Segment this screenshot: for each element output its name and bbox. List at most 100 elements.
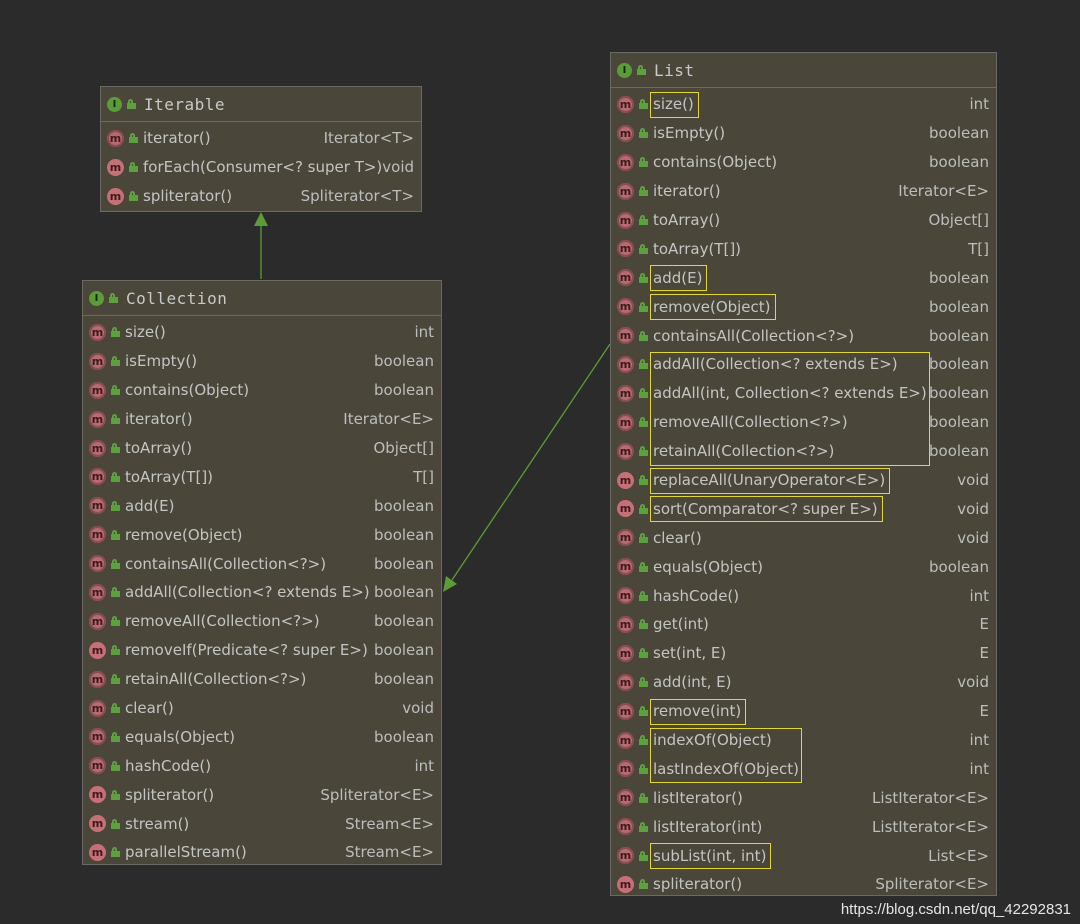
- method-row[interactable]: m iterator() Iterator<E>: [611, 177, 996, 206]
- return-type: void: [957, 471, 989, 490]
- method-icon: m: [617, 355, 634, 373]
- method-name: retainAll(Collection<?>): [653, 442, 835, 461]
- method-row[interactable]: m equals(Object) boolean: [83, 722, 441, 751]
- method-name: toArray(T[]): [653, 239, 742, 258]
- list-interface-box[interactable]: I List m size() int m isEmpty() boolean m conta…: [610, 52, 997, 896]
- return-type: T[]: [968, 239, 989, 258]
- public-lock-icon: [639, 388, 648, 399]
- return-type: int: [969, 731, 989, 750]
- method-row[interactable]: m iterator() Iterator<E>: [83, 405, 441, 434]
- method-name: parallelStream(): [125, 843, 247, 862]
- method-row[interactable]: m listIterator(int) ListIterator<E>: [611, 812, 996, 841]
- return-type: boolean: [929, 355, 989, 374]
- method-name: addAll(Collection<? extends E>): [653, 355, 898, 374]
- method-icon: m: [617, 182, 634, 200]
- method-name: retainAll(Collection<?>): [125, 670, 307, 689]
- return-type: void: [957, 673, 989, 692]
- method-name: isEmpty(): [653, 124, 726, 143]
- method-name: subList(int, int): [653, 846, 767, 865]
- method-row[interactable]: m add(int, E) void: [611, 668, 996, 697]
- method-row[interactable]: m addAll(Collection<? extends E>) boolean: [83, 578, 441, 607]
- method-row[interactable]: m retainAll(Collection<?>) boolean: [611, 437, 996, 466]
- method-row[interactable]: m add(E) boolean: [611, 263, 996, 292]
- public-lock-icon: [639, 503, 648, 514]
- return-type: boolean: [929, 297, 989, 316]
- method-row[interactable]: m toArray(T[]) T[]: [611, 234, 996, 263]
- method-row[interactable]: m contains(Object) boolean: [611, 148, 996, 177]
- method-row[interactable]: m remove(Object) boolean: [83, 520, 441, 549]
- method-row[interactable]: m replaceAll(UnaryOperator<E>) void: [611, 466, 996, 495]
- method-row[interactable]: m lastIndexOf(Object) int: [611, 754, 996, 783]
- method-row[interactable]: m set(int, E) E: [611, 639, 996, 668]
- public-lock-icon: [639, 359, 648, 370]
- method-icon: m: [617, 587, 634, 605]
- return-type: int: [414, 323, 434, 342]
- public-lock-icon: [639, 792, 648, 803]
- method-row[interactable]: m size() int: [611, 90, 996, 119]
- method-row[interactable]: m hashCode() int: [83, 751, 441, 780]
- method-row[interactable]: m iterator() Iterator<T>: [101, 124, 421, 153]
- method-row[interactable]: m size() int: [83, 318, 441, 347]
- method-row[interactable]: m containsAll(Collection<?>) boolean: [83, 549, 441, 578]
- method-icon: m: [617, 529, 634, 547]
- public-lock-icon: [639, 850, 648, 861]
- return-type: boolean: [929, 153, 989, 172]
- method-row[interactable]: m removeIf(Predicate<? super E>) boolean: [83, 636, 441, 665]
- method-icon: m: [617, 644, 634, 662]
- iterable-interface-box[interactable]: I Iterable m iterator() Iterator<T> m forEac…: [100, 86, 422, 212]
- method-row[interactable]: m forEach(Consumer<? super T>) void: [101, 153, 421, 182]
- interface-title: Iterable: [144, 94, 226, 114]
- method-icon: m: [89, 699, 106, 717]
- method-row[interactable]: m retainAll(Collection<?>) boolean: [83, 665, 441, 694]
- return-type: boolean: [929, 268, 989, 287]
- method-row[interactable]: m hashCode() int: [611, 581, 996, 610]
- list-method-list: m size() int m isEmpty() boolean m contains(Obj…: [611, 88, 996, 899]
- method-row[interactable]: m containsAll(Collection<?>) boolean: [611, 321, 996, 350]
- method-name: replaceAll(UnaryOperator<E>): [653, 471, 886, 490]
- method-row[interactable]: m remove(Object) boolean: [611, 292, 996, 321]
- method-name: set(int, E): [653, 644, 727, 663]
- return-type: Spliterator<E>: [875, 875, 989, 894]
- return-type: boolean: [374, 496, 434, 515]
- method-icon: m: [89, 786, 106, 804]
- method-row[interactable]: m clear() void: [83, 694, 441, 723]
- method-row[interactable]: m removeAll(Collection<?>) boolean: [611, 408, 996, 437]
- method-row[interactable]: m listIterator() ListIterator<E>: [611, 783, 996, 812]
- method-row[interactable]: m contains(Object) boolean: [83, 376, 441, 405]
- public-lock-icon: [639, 735, 648, 746]
- method-icon: m: [617, 471, 634, 489]
- return-type: boolean: [929, 413, 989, 432]
- method-row[interactable]: m isEmpty() boolean: [83, 347, 441, 376]
- method-icon: m: [89, 612, 106, 630]
- method-row[interactable]: m isEmpty() boolean: [611, 119, 996, 148]
- method-icon: m: [617, 95, 634, 113]
- method-row[interactable]: m addAll(int, Collection<? extends E>) boo…: [611, 379, 996, 408]
- method-row[interactable]: m toArray() Object[]: [611, 206, 996, 235]
- method-row[interactable]: m spliterator() Spliterator<E>: [611, 870, 996, 899]
- method-row[interactable]: m toArray() Object[]: [83, 434, 441, 463]
- method-name: contains(Object): [125, 381, 250, 400]
- method-row[interactable]: m clear() void: [611, 523, 996, 552]
- method-row[interactable]: m toArray(T[]) T[]: [83, 462, 441, 491]
- method-icon: m: [617, 875, 634, 893]
- method-row[interactable]: m remove(int) E: [611, 697, 996, 726]
- collection-interface-box[interactable]: I Collection m size() int m isEmpty() boolean…: [82, 280, 442, 865]
- method-row[interactable]: m addAll(Collection<? extends E>) boolean: [611, 350, 996, 379]
- method-row[interactable]: m removeAll(Collection<?>) boolean: [83, 607, 441, 636]
- method-row[interactable]: m stream() Stream<E>: [83, 809, 441, 838]
- method-name: containsAll(Collection<?>): [653, 326, 855, 345]
- public-lock-icon: [129, 191, 138, 202]
- method-row[interactable]: m indexOf(Object) int: [611, 726, 996, 755]
- method-row[interactable]: m sort(Comparator<? super E>) void: [611, 494, 996, 523]
- method-row[interactable]: m spliterator() Spliterator<T>: [101, 182, 421, 211]
- return-type: Object[]: [928, 211, 989, 229]
- method-row[interactable]: m get(int) E: [611, 610, 996, 639]
- method-row[interactable]: m equals(Object) boolean: [611, 552, 996, 581]
- method-row[interactable]: m parallelStream() Stream<E>: [83, 838, 441, 867]
- method-icon: m: [617, 384, 634, 402]
- method-row[interactable]: m spliterator() Spliterator<E>: [83, 780, 441, 809]
- return-type: boolean: [374, 583, 434, 602]
- method-row[interactable]: m add(E) boolean: [83, 491, 441, 520]
- method-row[interactable]: m subList(int, int) List<E>: [611, 841, 996, 870]
- method-name: iterator(): [125, 410, 193, 429]
